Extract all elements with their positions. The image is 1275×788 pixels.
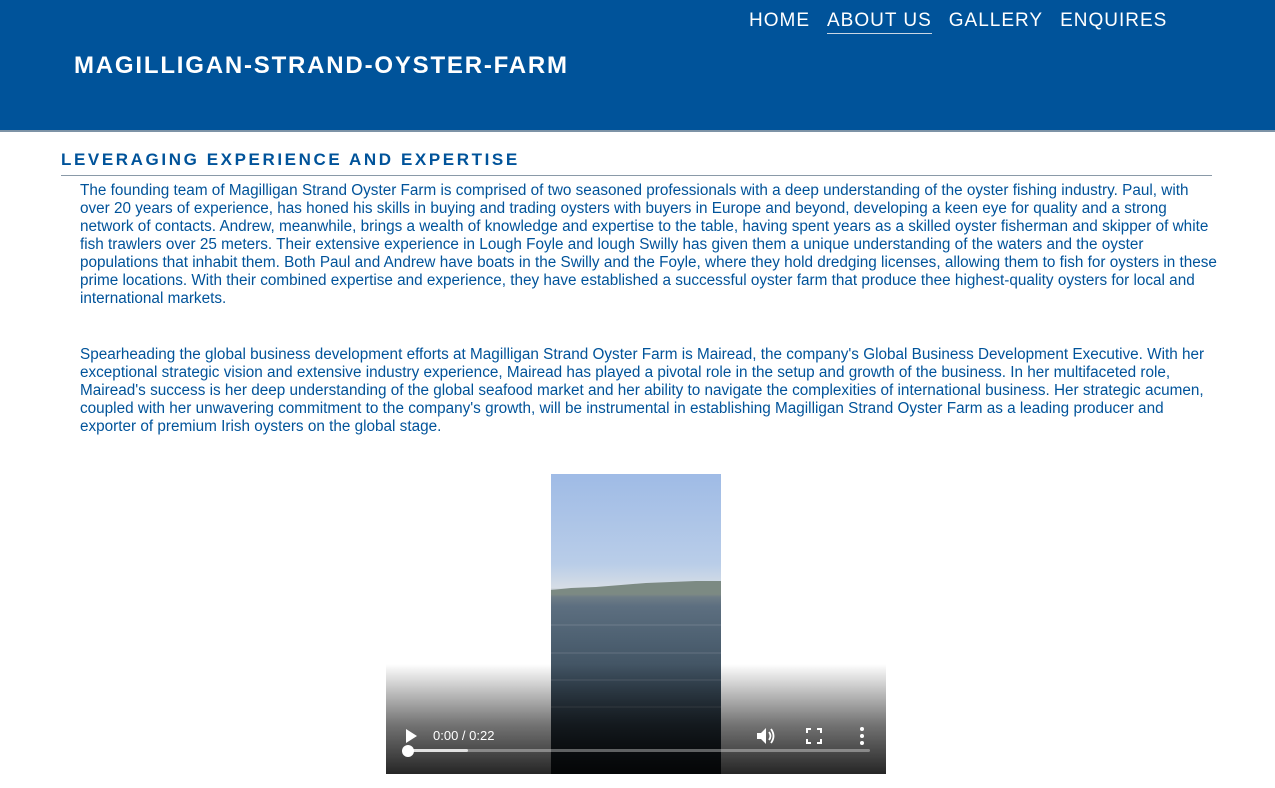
- nav-home[interactable]: HOME: [749, 10, 810, 34]
- video-progress-track[interactable]: [408, 749, 870, 752]
- play-icon[interactable]: [404, 728, 418, 744]
- video-buffered-bar: [408, 749, 468, 752]
- nav-about-us[interactable]: ABOUT US: [827, 10, 932, 34]
- fullscreen-icon[interactable]: [806, 728, 822, 744]
- video-time-display: 0:00 / 0:22: [433, 728, 495, 743]
- video-scrubber-handle[interactable]: [402, 745, 414, 757]
- site-title[interactable]: MAGILLIGAN-STRAND-OYSTER-FARM: [74, 52, 569, 80]
- nav-enquires[interactable]: ENQUIRES: [1060, 10, 1167, 34]
- water-ripple: [551, 652, 721, 654]
- volume-icon[interactable]: [756, 727, 776, 745]
- video-player[interactable]: 0:00 / 0:22: [386, 474, 886, 774]
- nav-gallery[interactable]: GALLERY: [949, 10, 1043, 34]
- more-vertical-icon[interactable]: [856, 726, 868, 746]
- main-nav: HOME ABOUT US GALLERY ENQUIRES: [749, 10, 1184, 34]
- water-ripple: [551, 624, 721, 626]
- section-divider: [61, 175, 1212, 176]
- site-header: MAGILLIGAN-STRAND-OYSTER-FARM HOME ABOUT…: [0, 0, 1275, 132]
- business-development-paragraph: Spearheading the global business develop…: [80, 346, 1205, 435]
- section-heading: LEVERAGING EXPERIENCE AND EXPERTISE: [61, 150, 520, 169]
- founding-team-paragraph: The founding team of Magilligan Strand O…: [80, 182, 1217, 307]
- video-controls: 0:00 / 0:22: [386, 664, 886, 774]
- hills-image: [551, 581, 721, 594]
